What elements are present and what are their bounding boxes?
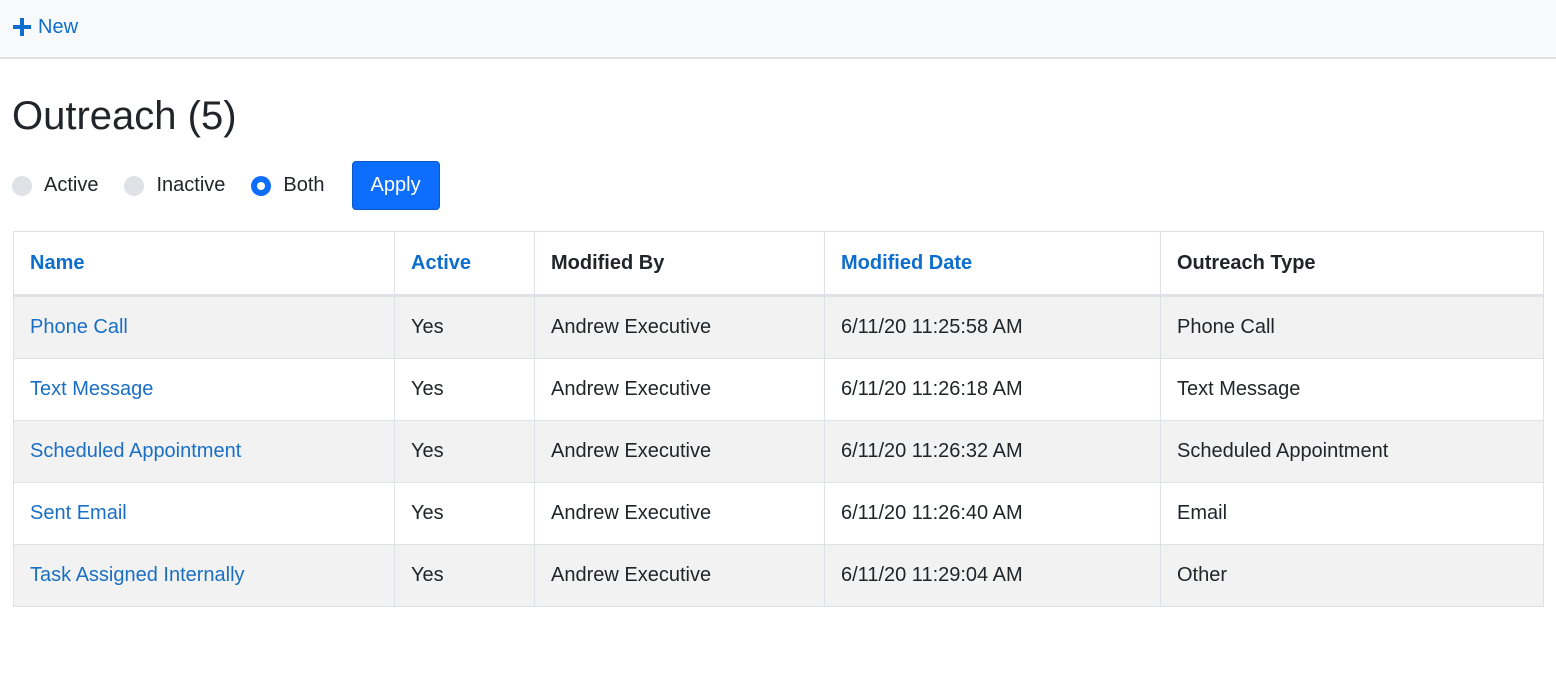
new-button[interactable]: New — [12, 14, 78, 40]
filter-label-inactive: Inactive — [156, 174, 226, 196]
cell-modified-by: Andrew Executive — [534, 544, 825, 607]
cell-name: Sent Email — [13, 482, 395, 545]
outreach-name-link[interactable]: Task Assigned Internally — [30, 564, 245, 586]
apply-button[interactable]: Apply — [351, 161, 440, 210]
cell-modified-date: 6/11/20 11:25:58 AM — [824, 295, 1161, 359]
column-header-outreach-type: Outreach Type — [1160, 231, 1544, 297]
cell-outreach-type: Other — [1160, 544, 1544, 607]
cell-modified-by: Andrew Executive — [534, 482, 825, 545]
column-header-name[interactable]: Name — [13, 231, 395, 297]
column-header-modified-by: Modified By — [534, 231, 825, 297]
cell-active: Yes — [394, 295, 535, 359]
cell-modified-by: Andrew Executive — [534, 358, 825, 421]
cell-active: Yes — [394, 544, 535, 607]
cell-name: Task Assigned Internally — [13, 544, 395, 607]
cell-outreach-type: Email — [1160, 482, 1544, 545]
outreach-table-container: Name Active Modified By Modified Date Ou… — [13, 231, 1544, 607]
radio-active[interactable] — [12, 175, 32, 196]
cell-modified-by: Andrew Executive — [534, 420, 825, 483]
table-row: Phone Call Yes Andrew Executive 6/11/20 … — [13, 295, 1544, 359]
column-header-active[interactable]: Active — [394, 231, 535, 297]
cell-name: Phone Call — [13, 295, 395, 359]
toolbar: New — [0, 0, 1556, 59]
cell-modified-date: 6/11/20 11:29:04 AM — [824, 544, 1161, 607]
outreach-name-link[interactable]: Phone Call — [30, 316, 128, 338]
cell-active: Yes — [394, 420, 535, 483]
new-button-label: New — [38, 15, 79, 38]
filter-option-both[interactable]: Both — [251, 174, 325, 197]
cell-name: Text Message — [13, 358, 395, 421]
table-row: Text Message Yes Andrew Executive 6/11/2… — [13, 358, 1544, 421]
table-row: Sent Email Yes Andrew Executive 6/11/20 … — [13, 482, 1544, 545]
cell-outreach-type: Phone Call — [1160, 295, 1544, 359]
cell-modified-by: Andrew Executive — [534, 295, 825, 359]
column-header-modified-date[interactable]: Modified Date — [824, 231, 1161, 297]
cell-outreach-type: Text Message — [1160, 358, 1544, 421]
cell-modified-date: 6/11/20 11:26:32 AM — [824, 420, 1161, 483]
outreach-table: Name Active Modified By Modified Date Ou… — [13, 231, 1544, 607]
radio-inactive[interactable] — [124, 175, 145, 196]
cell-active: Yes — [394, 482, 535, 545]
filter-option-inactive[interactable]: Inactive — [124, 174, 225, 197]
cell-active: Yes — [394, 358, 535, 421]
status-filter: Active Inactive Both Apply — [12, 161, 440, 210]
cell-modified-date: 6/11/20 11:26:18 AM — [824, 358, 1161, 421]
page-title: Outreach (5) — [12, 94, 237, 138]
radio-both[interactable] — [251, 175, 272, 196]
outreach-name-link[interactable]: Sent Email — [30, 502, 127, 524]
filter-label-both: Both — [283, 174, 325, 196]
plus-icon — [13, 18, 31, 36]
cell-name: Scheduled Appointment — [13, 420, 395, 483]
filter-label-active: Active — [44, 174, 99, 196]
cell-outreach-type: Scheduled Appointment — [1160, 420, 1544, 483]
outreach-name-link[interactable]: Text Message — [30, 378, 153, 400]
table-row: Task Assigned Internally Yes Andrew Exec… — [13, 544, 1544, 607]
outreach-name-link[interactable]: Scheduled Appointment — [30, 440, 241, 462]
table-row: Scheduled Appointment Yes Andrew Executi… — [13, 420, 1544, 483]
table-header-row: Name Active Modified By Modified Date Ou… — [13, 231, 1544, 297]
filter-option-active[interactable]: Active — [12, 174, 98, 197]
cell-modified-date: 6/11/20 11:26:40 AM — [824, 482, 1161, 545]
